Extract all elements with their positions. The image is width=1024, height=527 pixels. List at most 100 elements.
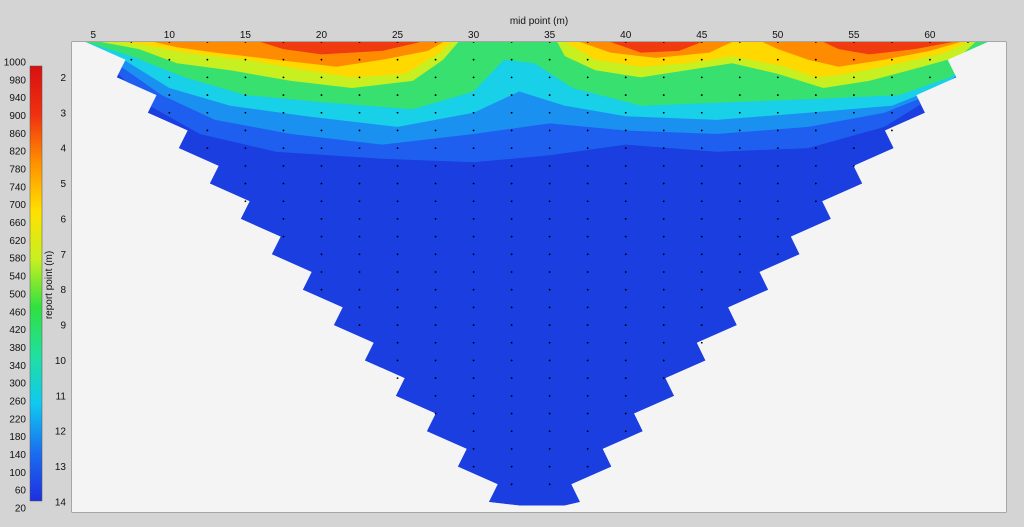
measurement-point	[776, 164, 779, 167]
measurement-point	[434, 218, 437, 220]
measurement-point	[320, 271, 323, 273]
measurement-point	[662, 218, 665, 220]
measurement-point	[548, 182, 551, 185]
measurement-point	[244, 182, 247, 185]
measurement-point	[738, 58, 741, 61]
measurement-point	[814, 58, 817, 61]
y-tick-label: 12	[55, 427, 67, 438]
measurement-point	[776, 111, 779, 114]
colorbar-tick-label: 780	[9, 165, 26, 176]
measurement-point	[510, 483, 513, 486]
measurement-point	[662, 111, 665, 114]
measurement-point	[776, 200, 779, 203]
measurement-point	[510, 430, 513, 433]
measurement-point	[662, 253, 665, 256]
measurement-point	[624, 430, 627, 433]
measurement-point	[700, 218, 703, 220]
measurement-point	[282, 164, 285, 167]
measurement-point	[624, 288, 627, 291]
x-tick-label: 20	[316, 30, 328, 41]
measurement-point	[548, 394, 551, 397]
measurement-point	[434, 164, 437, 167]
measurement-point	[320, 164, 323, 167]
measurement-point	[472, 324, 475, 326]
measurement-point	[548, 147, 551, 150]
measurement-point	[396, 288, 399, 291]
measurement-point	[396, 324, 399, 326]
measurement-point	[738, 94, 741, 96]
measurement-point	[434, 359, 437, 362]
measurement-point	[586, 164, 589, 167]
measurement-point	[548, 341, 551, 344]
measurement-point	[358, 288, 361, 291]
x-tick-label: 35	[544, 30, 556, 41]
measurement-point	[396, 377, 399, 380]
measurement-point	[776, 235, 779, 238]
measurement-point	[700, 341, 703, 344]
x-tick-label: 5	[91, 30, 97, 41]
measurement-point	[510, 412, 513, 415]
measurement-point	[396, 111, 399, 114]
measurement-point	[320, 253, 323, 256]
measurement-point	[814, 147, 817, 150]
measurement-point	[472, 111, 475, 114]
measurement-point	[282, 147, 285, 150]
measurement-point	[244, 147, 247, 150]
colorbar-tick-label: 540	[9, 272, 26, 283]
measurement-point	[510, 394, 513, 397]
x-tick-label: 60	[924, 30, 936, 41]
x-tick-label: 30	[468, 30, 480, 41]
colorbar-tick-label: 700	[9, 200, 26, 211]
measurement-point	[472, 306, 475, 309]
measurement-point	[548, 218, 551, 220]
measurement-point	[738, 271, 741, 273]
measurement-point	[282, 94, 285, 96]
measurement-point	[548, 253, 551, 256]
measurement-point	[586, 448, 589, 450]
measurement-point	[738, 200, 741, 203]
y-tick-label: 8	[60, 285, 66, 296]
colorbar-tick-label: 60	[15, 486, 27, 497]
measurement-point	[320, 235, 323, 238]
measurement-point	[662, 94, 665, 96]
measurement-point	[206, 111, 209, 114]
y-tick-label: 5	[60, 179, 66, 190]
colorbar-tick-label: 940	[9, 93, 26, 104]
measurement-point	[814, 111, 817, 114]
measurement-point	[548, 377, 551, 380]
measurement-point	[776, 58, 779, 61]
measurement-point	[510, 164, 513, 167]
colorbar-tick-label: 660	[9, 218, 26, 229]
measurement-point	[776, 147, 779, 150]
measurement-point	[700, 271, 703, 273]
measurement-point	[472, 412, 475, 415]
x-tick-label: 25	[392, 30, 404, 41]
measurement-point	[624, 76, 627, 79]
measurement-point	[548, 200, 551, 203]
measurement-point	[510, 129, 513, 132]
measurement-point	[206, 94, 209, 96]
measurement-point	[548, 430, 551, 433]
measurement-point	[510, 253, 513, 256]
measurement-point	[206, 76, 209, 79]
measurement-point	[320, 111, 323, 114]
measurement-point	[472, 465, 475, 468]
y-tick-label: 6	[60, 214, 66, 225]
x-tick-label: 55	[848, 30, 860, 41]
measurement-point	[662, 129, 665, 132]
measurement-point	[320, 147, 323, 150]
measurement-point	[662, 164, 665, 167]
measurement-point	[700, 164, 703, 167]
measurement-point	[510, 200, 513, 203]
measurement-point	[624, 147, 627, 150]
measurement-point	[624, 200, 627, 203]
measurement-point	[510, 94, 513, 96]
measurement-point	[510, 111, 513, 114]
measurement-point	[586, 253, 589, 256]
colorbar-tick-label: 140	[9, 450, 26, 461]
measurement-point	[586, 394, 589, 397]
measurement-point	[548, 76, 551, 79]
measurement-point	[852, 129, 855, 132]
measurement-point	[624, 341, 627, 344]
measurement-point	[662, 235, 665, 238]
